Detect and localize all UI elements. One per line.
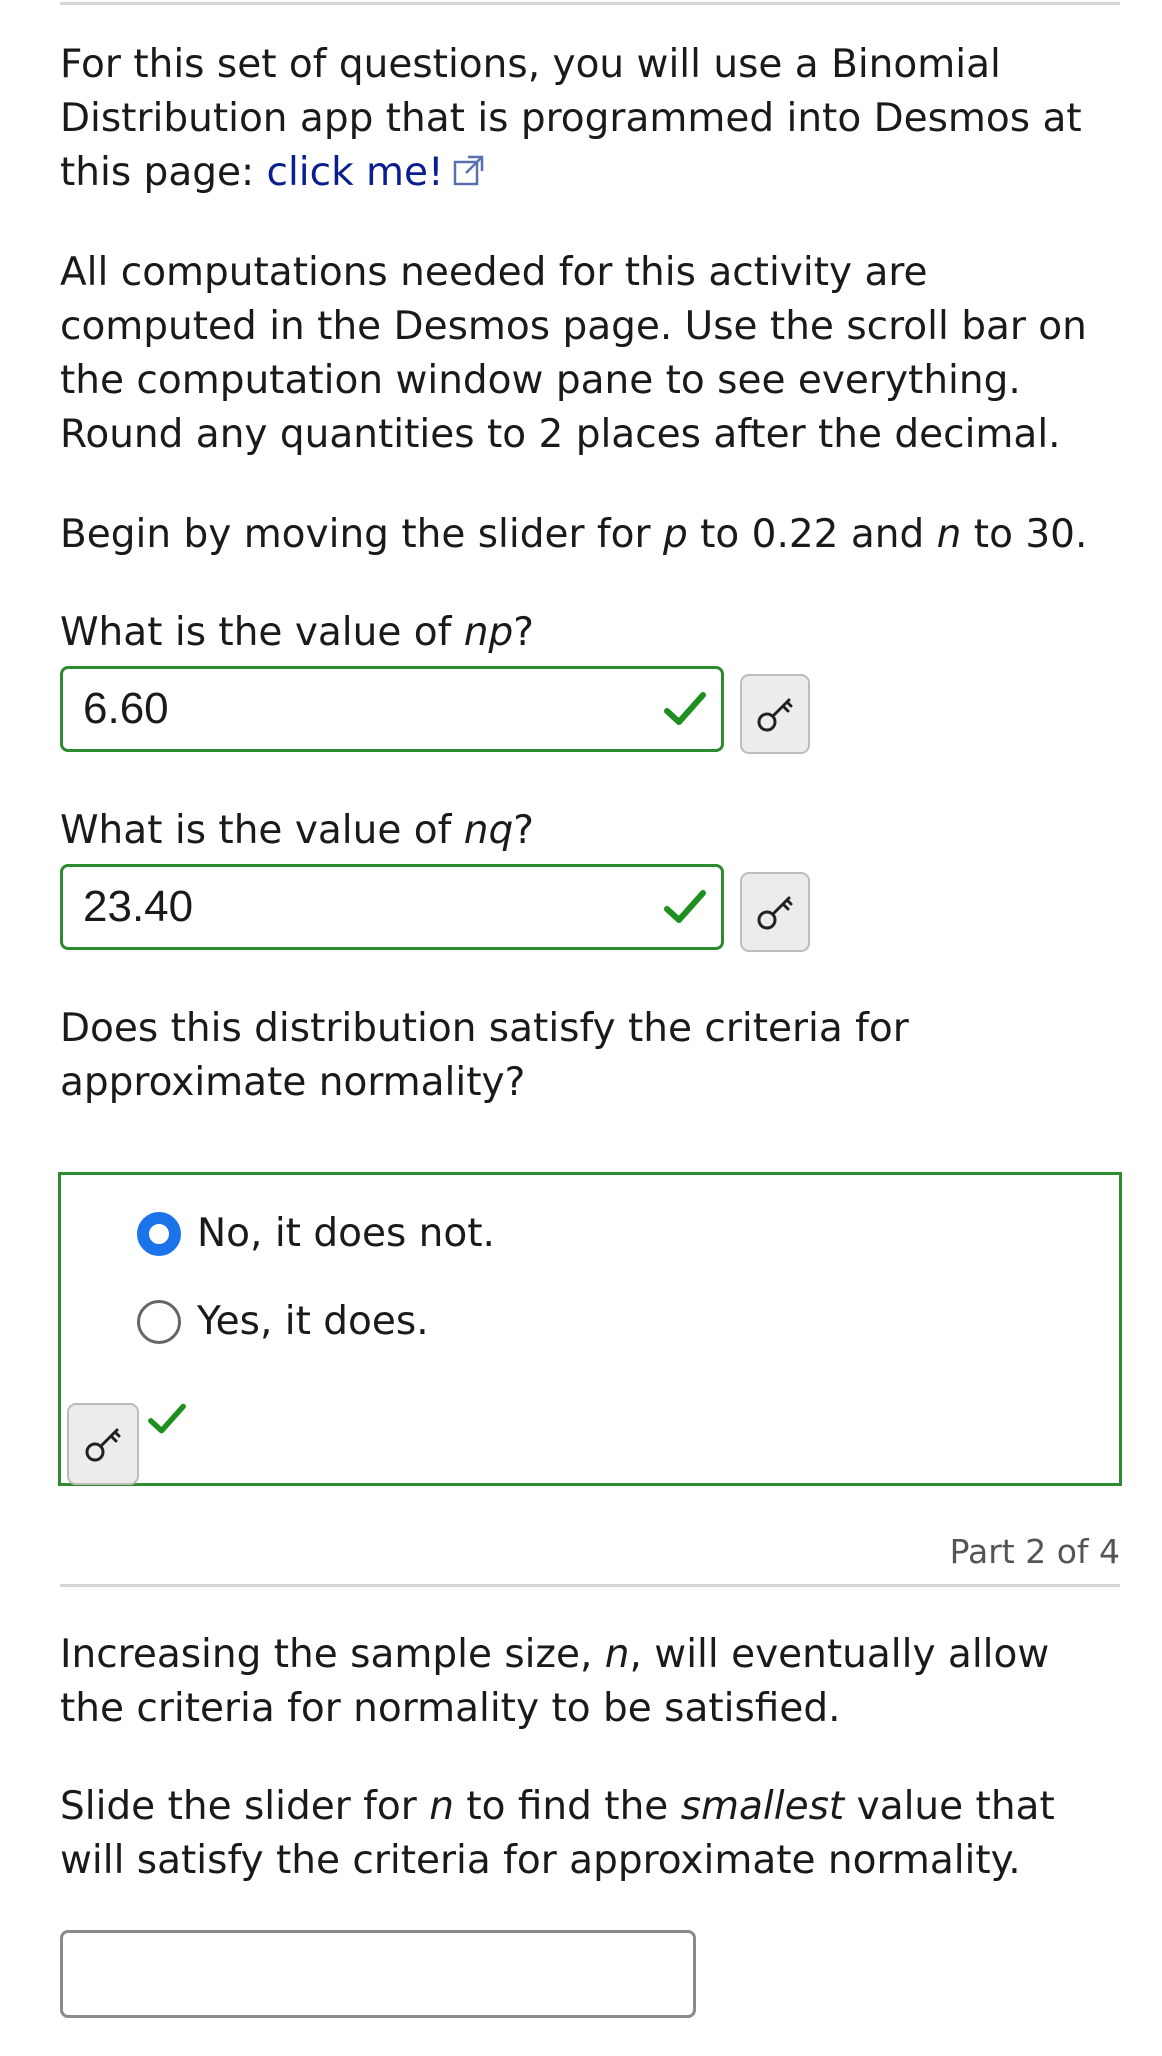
smallest-n-answer-field[interactable]	[60, 1930, 696, 2018]
normality-question: Does this distribution satisfy the crite…	[60, 1006, 909, 1105]
np-answer-field[interactable]: 6.60	[60, 666, 724, 752]
question-np: What is the value of np?	[60, 610, 534, 655]
question-nq: What is the value of nq?	[60, 808, 534, 853]
option-no-radio[interactable]	[137, 1211, 181, 1256]
np-answer-value: 6.60	[83, 684, 169, 733]
intro-text: For this set of questions, you will use …	[60, 42, 1082, 195]
key-icon	[757, 698, 793, 732]
instructions-text: All computations needed for this activit…	[60, 250, 1087, 457]
desmos-link[interactable]: click me!	[267, 150, 486, 195]
normality-show-answer-button[interactable]	[67, 1403, 139, 1485]
option-yes-radio[interactable]	[137, 1299, 181, 1344]
part-label: Part 2 of 4	[949, 1532, 1120, 1571]
key-icon	[85, 1428, 121, 1462]
option-no[interactable]: No, it does not.	[137, 1211, 495, 1256]
normality-choices: No, it does not. Yes, it does.	[58, 1172, 1122, 1486]
np-show-answer-button[interactable]	[740, 674, 810, 754]
nq-answer-value: 23.40	[83, 882, 194, 931]
nq-show-answer-button[interactable]	[740, 872, 810, 952]
part-divider	[60, 1584, 1120, 1587]
part2-intro: Increasing the sample size, n, will even…	[60, 1632, 1050, 1731]
correct-check-icon	[664, 890, 706, 923]
part2-instruction: Slide the slider for n to find the small…	[60, 1784, 1055, 1883]
top-divider	[60, 2, 1120, 5]
correct-check-icon	[148, 1403, 186, 1434]
correct-check-icon	[664, 692, 706, 725]
external-link-icon	[453, 155, 483, 186]
slider-instruction: Begin by moving the slider for p to 0.22…	[60, 512, 1088, 557]
key-icon	[757, 896, 793, 930]
nq-answer-field[interactable]: 23.40	[60, 864, 724, 950]
option-yes[interactable]: Yes, it does.	[137, 1299, 429, 1344]
question-page: For this set of questions, you will use …	[0, 0, 1162, 2056]
